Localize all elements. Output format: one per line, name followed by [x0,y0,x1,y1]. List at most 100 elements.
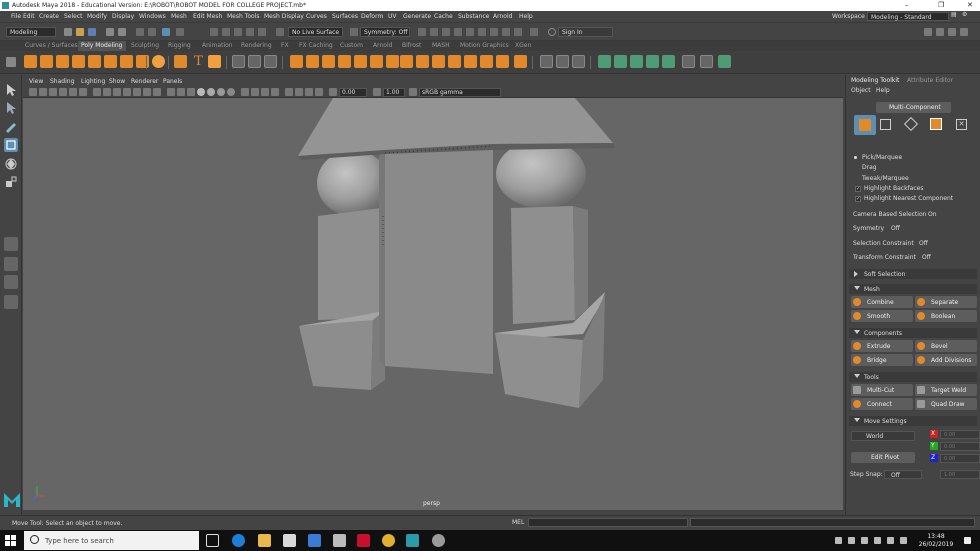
mel-label[interactable]: MEL [512,519,524,526]
transform-constraint-value[interactable]: Off [922,254,931,261]
tab-motion-graphics[interactable]: Motion Graphics [460,42,509,49]
command-line-input[interactable] [528,518,688,527]
symmetry-dropdown[interactable]: Symmetry: Off [360,27,410,37]
toolkit-menu-help[interactable]: Help [876,87,890,94]
maya-taskbar-icon[interactable] [406,534,419,547]
motion-blur-icon[interactable] [251,88,259,96]
quadrangulate-icon[interactable] [464,55,477,68]
planar-map-icon[interactable] [614,55,627,68]
uv-mode-icon[interactable]: ✕ [956,119,967,130]
tab-mash[interactable]: MASH [432,42,450,49]
tab-sculpting[interactable]: Sculpting [131,42,159,49]
scale-tool-icon[interactable] [4,175,18,189]
move-space-dropdown[interactable]: World [851,431,915,441]
shadows-icon[interactable] [227,88,235,96]
four-view-icon[interactable] [4,257,18,271]
axis-x-button[interactable]: X [930,430,938,438]
bridge-button[interactable]: Bridge [851,354,913,366]
adobe-app-icon[interactable] [357,534,370,547]
perspective-viewport[interactable]: persp [23,98,843,510]
viewport-menu-lighting[interactable]: Lighting [81,78,105,85]
poly-torus-icon[interactable] [88,55,101,68]
channel-box-icon[interactable] [936,28,944,36]
task-view-icon[interactable] [206,534,219,547]
tab-bifrost[interactable]: Bifrost [402,42,421,49]
wireframe-on-shaded-icon[interactable] [187,88,195,96]
tab-xgen[interactable]: XGen [515,42,531,49]
grid-icon[interactable] [530,28,538,36]
tray-battery-icon[interactable] [874,537,881,544]
camera-attributes-icon[interactable] [39,88,47,96]
menu-display[interactable]: Display [112,13,134,20]
field-chart-icon[interactable] [133,88,141,96]
combine-icon[interactable] [232,55,245,68]
poly-plane-icon[interactable] [104,55,117,68]
color-management-icon[interactable] [409,88,417,96]
single-perspective-view-icon[interactable] [4,237,18,251]
undo-icon[interactable] [106,28,114,36]
triangulate-icon[interactable] [354,55,367,68]
menu-generate[interactable]: Generate [403,13,431,20]
viewport-menu-shading[interactable]: Shading [50,78,74,85]
menu-cache[interactable]: Cache [434,13,453,20]
arnold-ipr-icon[interactable] [490,28,498,36]
face-mode-icon[interactable] [930,118,942,130]
select-component-icon[interactable] [162,28,170,36]
step-snap-dropdown[interactable]: Off [884,470,922,479]
store-icon[interactable] [283,534,296,547]
ambient-occlusion-icon[interactable] [241,88,249,96]
select-object-icon[interactable] [148,28,156,36]
step-snap-field[interactable]: 1.00 [940,470,980,479]
poly-cube-icon[interactable] [40,55,53,68]
rotate-tool-icon[interactable] [4,157,18,171]
snap-plane-icon[interactable] [246,28,254,36]
uv-layout-icon[interactable] [682,55,695,68]
add-divisions-button[interactable]: Add Divisions [915,354,977,366]
workspace-icon[interactable]: ▤ [951,11,957,18]
left-sphere[interactable] [317,150,389,216]
menu-mesh-tools[interactable]: Mesh Tools [227,13,259,20]
reduce-icon[interactable] [448,55,461,68]
snap-surface-icon[interactable] [258,28,266,36]
live-surface-icon[interactable] [276,28,284,36]
notifications-icon[interactable] [964,537,971,544]
menu-modify[interactable]: Modify [87,13,107,20]
uv-cut-icon[interactable] [718,55,731,68]
mirror-icon[interactable] [370,55,383,68]
select-hierarchy-icon[interactable] [136,28,144,36]
menu-curves[interactable]: Curves [306,13,327,20]
save-scene-icon[interactable] [88,28,96,36]
paint-select-tool-icon[interactable] [4,119,18,133]
selection-constraint-value[interactable]: Off [919,240,928,247]
poly-cylinder-icon[interactable] [56,55,69,68]
poly-sphere-icon[interactable] [24,55,37,68]
tab-attribute-editor[interactable]: Attribute Editor [907,77,953,84]
tab-fx[interactable]: FX [281,42,289,49]
account-icon[interactable] [548,28,556,36]
automatic-map-icon[interactable] [662,55,675,68]
menu-uv[interactable]: UV [388,13,397,20]
vertex-mode-icon[interactable] [880,119,891,130]
sign-in-dropdown[interactable]: Sign In [558,27,613,37]
axis-y-button[interactable]: Y [930,442,938,450]
spherical-map-icon[interactable] [646,55,659,68]
camera-based-selection-value[interactable]: On [928,211,937,218]
file-explorer-icon[interactable] [258,534,271,547]
render-settings-icon[interactable] [454,28,462,36]
tray-wifi-icon[interactable] [887,537,894,544]
xray-icon[interactable] [295,88,303,96]
use-all-lights-icon[interactable] [217,88,225,96]
boolean-union-icon[interactable] [400,55,413,68]
menu-mesh-display[interactable]: Mesh Display [264,13,304,20]
wireframe-icon[interactable] [167,88,175,96]
separate-button[interactable]: Separate [915,296,977,308]
tab-rigging[interactable]: Rigging [168,42,191,49]
system-clock[interactable]: 13:48 26/02/2019 [912,533,960,549]
extrude-icon[interactable] [290,55,303,68]
menu-file[interactable]: File [11,13,21,20]
exposure-icon[interactable] [329,88,337,96]
open-scene-icon[interactable] [76,28,84,36]
edge-mode-icon[interactable] [903,116,919,132]
poly-cone-icon[interactable] [72,55,85,68]
safe-title-icon[interactable] [153,88,161,96]
